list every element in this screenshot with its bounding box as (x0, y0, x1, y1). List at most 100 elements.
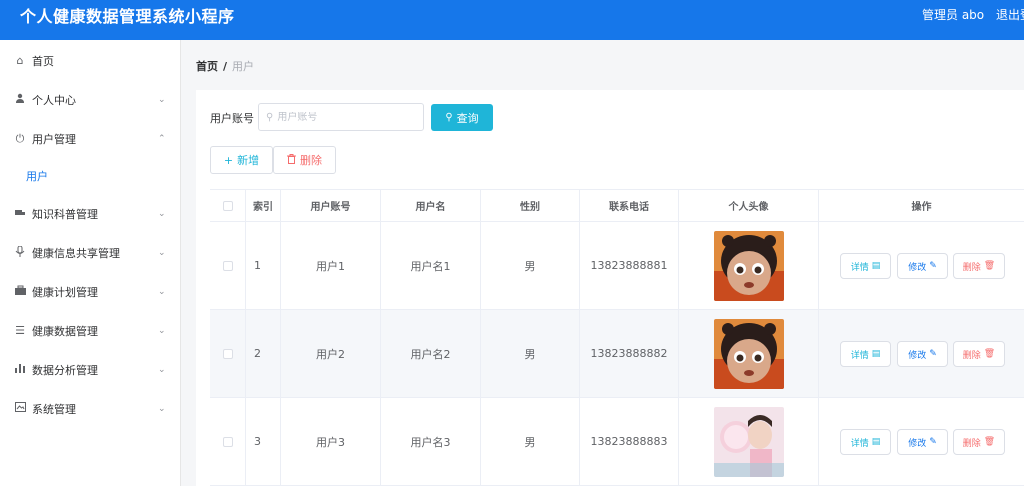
row-delete-button[interactable]: 删除 🗑 (953, 429, 1005, 455)
row-name: 用户名1 (381, 222, 481, 309)
row-phone: 13823888883 (580, 398, 679, 485)
edit-button[interactable]: 修改 ✎ (897, 253, 948, 279)
sidebar-item-label: 健康计划管理 (32, 285, 98, 299)
column-header: 索引 (246, 190, 281, 221)
row-checkbox[interactable] (222, 436, 233, 447)
sidebar-item-profile[interactable]: 个人中心 ⌄ (0, 80, 180, 119)
edit-button-label: 修改 (908, 350, 927, 361)
main-content: 首页 / 用户 用户账号 ⚲ ⚲ 查询 + 新增 删除 索引 用户账号 用户 (181, 40, 1024, 486)
sidebar-item-knowledge[interactable]: 知识科普管理 ⌄ (0, 194, 180, 233)
sidebar-item-users[interactable]: 用户 (0, 156, 180, 195)
briefcase-icon (14, 285, 26, 298)
query-button[interactable]: ⚲ 查询 (431, 104, 493, 131)
row-delete-button[interactable]: 删除 🗑 (953, 253, 1005, 279)
chevron-down-icon: ⌄ (158, 403, 166, 414)
avatar (713, 318, 784, 389)
row-phone: 13823888882 (580, 310, 679, 397)
edit-button[interactable]: 修改 ✎ (897, 429, 948, 455)
column-header: 联系电话 (580, 190, 679, 221)
sidebar-item-label: 个人中心 (32, 93, 76, 107)
row-avatar-cell (679, 398, 819, 485)
row-checkbox[interactable] (222, 348, 233, 359)
document-icon: ▤ (871, 261, 881, 271)
sidebar-item-data-analysis[interactable]: 数据分析管理 ⌄ (0, 350, 180, 389)
row-name: 用户名2 (381, 310, 481, 397)
detail-button[interactable]: 详情 ▤ (840, 429, 891, 455)
edit-button-label: 修改 (908, 262, 927, 273)
row-account: 用户1 (281, 222, 381, 309)
breadcrumb: 首页 / 用户 (196, 58, 254, 74)
admin-label[interactable]: 管理员 abo (922, 6, 984, 23)
row-select-cell (210, 310, 246, 397)
add-button[interactable]: + 新增 (210, 146, 273, 174)
logout-link[interactable]: 退出登录 (996, 6, 1024, 23)
sidebar-item-user-management[interactable]: ⏻ 用户管理 ⌃ (0, 119, 180, 158)
trash-icon: 🗑 (983, 437, 996, 447)
sidebar: ⌂ 首页 个人中心 ⌄ ⏻ 用户管理 ⌃ 用户 知识科普管理 ⌄ 健康信息共享管… (0, 40, 181, 486)
chevron-down-icon: ⌄ (158, 286, 166, 297)
sidebar-item-label: 首页 (32, 54, 54, 68)
column-header: 用户账号 (281, 190, 381, 221)
avatar (713, 230, 784, 301)
row-gender: 男 (481, 310, 580, 397)
chevron-down-icon: ⌄ (158, 94, 166, 105)
search-label: 用户账号 (210, 112, 254, 125)
row-index: 3 (246, 398, 281, 485)
sidebar-item-home[interactable]: ⌂ 首页 (0, 41, 180, 80)
sidebar-item-label: 健康信息共享管理 (32, 246, 120, 260)
truck-icon (14, 207, 26, 220)
chevron-down-icon: ⌄ (158, 247, 166, 258)
table-row: 2 用户2 用户名2 男 13823888882 详情 ▤ 修改 ✎ 删除 🗑 (210, 310, 1024, 398)
query-button-label: 查询 (456, 111, 479, 125)
home-icon: ⌂ (16, 54, 24, 67)
row-account: 用户2 (281, 310, 381, 397)
image-icon (14, 402, 26, 415)
sidebar-item-health-plan[interactable]: 健康计划管理 ⌄ (0, 272, 180, 311)
chevron-down-icon: ⌄ (158, 208, 166, 219)
column-header: 个人头像 (679, 190, 819, 221)
row-phone: 13823888881 (580, 222, 679, 309)
delete-button[interactable]: 删除 (273, 146, 336, 174)
row-account: 用户3 (281, 398, 381, 485)
chevron-up-icon: ⌃ (158, 133, 166, 144)
row-index: 1 (246, 222, 281, 309)
detail-button-label: 详情 (850, 438, 869, 449)
row-gender: 男 (481, 398, 580, 485)
table-row: 3 用户3 用户名3 男 13823888883 详情 ▤ 修改 ✎ 删除 🗑 (210, 398, 1024, 486)
row-avatar-cell (679, 310, 819, 397)
app-title: 个人健康数据管理系统小程序 (20, 7, 235, 26)
search-field[interactable]: ⚲ (258, 103, 424, 131)
user-icon (14, 93, 26, 106)
detail-button[interactable]: 详情 ▤ (840, 341, 891, 367)
search-input[interactable] (277, 111, 418, 123)
sidebar-item-system[interactable]: 系统管理 ⌄ (0, 389, 180, 428)
row-select-cell (210, 398, 246, 485)
sidebar-item-health-data[interactable]: ☰ 健康数据管理 ⌄ (0, 311, 180, 350)
plus-icon: + (223, 153, 234, 167)
content-panel: 用户账号 ⚲ ⚲ 查询 + 新增 删除 索引 用户账号 用户名 性别 (196, 90, 1024, 486)
edit-button[interactable]: 修改 ✎ (897, 341, 948, 367)
edit-button-label: 修改 (908, 438, 927, 449)
sidebar-item-label: 用户 (26, 169, 48, 183)
detail-button-label: 详情 (850, 262, 869, 273)
row-checkbox[interactable] (222, 260, 233, 271)
column-header: 性别 (481, 190, 580, 221)
row-delete-button-label: 删除 (962, 438, 981, 449)
row-avatar-cell (679, 222, 819, 309)
breadcrumb-home[interactable]: 首页 (196, 60, 218, 73)
sidebar-item-label: 知识科普管理 (32, 207, 98, 221)
mic-icon (14, 245, 26, 260)
select-all-checkbox[interactable] (222, 200, 233, 211)
table-row: 1 用户1 用户名1 男 13823888881 详情 ▤ 修改 ✎ 删除 🗑 (210, 222, 1024, 310)
breadcrumb-separator: / (223, 60, 228, 73)
row-delete-button[interactable]: 删除 🗑 (953, 341, 1005, 367)
row-delete-button-label: 删除 (962, 262, 981, 273)
sidebar-item-health-share[interactable]: 健康信息共享管理 ⌄ (0, 233, 180, 272)
detail-button[interactable]: 详情 ▤ (840, 253, 891, 279)
sidebar-item-label: 系统管理 (32, 402, 76, 416)
chevron-down-icon: ⌄ (158, 364, 166, 375)
sidebar-item-label: 健康数据管理 (32, 324, 98, 338)
trash-icon: 🗑 (983, 349, 996, 359)
chevron-down-icon: ⌄ (158, 325, 166, 336)
row-name: 用户名3 (381, 398, 481, 485)
